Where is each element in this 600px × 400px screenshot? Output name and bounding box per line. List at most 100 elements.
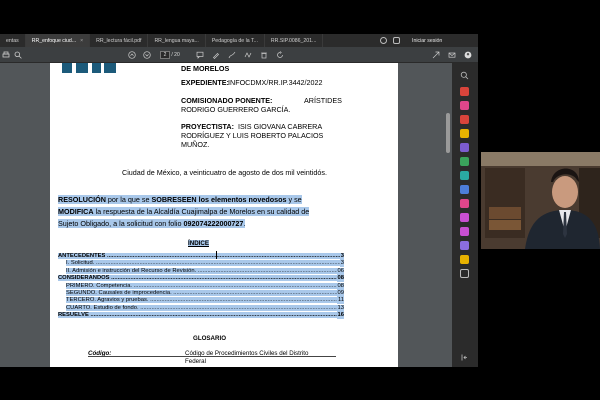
index-entry-label: CONSIDERANDOS (58, 275, 110, 282)
send-for-signature-icon[interactable] (460, 213, 469, 222)
tab-0[interactable]: entas (0, 34, 26, 47)
pdf-page: DE MORELOS EXPEDIENTE: INFOCDMX/RR.IP.34… (50, 63, 398, 367)
index-leader-dots: ........................................… (148, 297, 344, 304)
tab-label: RR_lectura fácil.pdf (96, 37, 142, 44)
tab-5[interactable]: RR.SIP.0086_201... (265, 34, 324, 47)
org-line: DE MORELOS (181, 64, 230, 73)
email-icon[interactable] (448, 51, 456, 59)
expediente-label: EXPEDIENTE: (181, 78, 229, 87)
tab-label: RR.SIP.0086_201... (270, 37, 317, 44)
index-entry-page: 11 (336, 297, 344, 305)
delete-icon[interactable] (260, 51, 268, 59)
screen: entas RR_enfoque ciud... × RR_lectura fácil… (0, 0, 600, 400)
comment-icon[interactable] (196, 51, 204, 59)
rotate-icon[interactable] (276, 51, 284, 59)
notifications-icon[interactable] (393, 37, 400, 44)
tab-2[interactable]: RR_lectura fácil.pdf (90, 34, 149, 47)
toolbar: 2 / 20 (0, 47, 478, 63)
page-indicator: 2 / 20 (160, 51, 180, 59)
fill-sign-icon[interactable] (460, 199, 469, 208)
comment-tool-icon[interactable] (460, 129, 469, 138)
tab-label: RR_enfoque ciud... (31, 37, 77, 44)
vertical-scrollbar[interactable] (445, 63, 452, 367)
protect-icon[interactable] (460, 185, 469, 194)
combine-files-icon[interactable] (460, 143, 469, 152)
close-tab-icon[interactable]: × (80, 38, 83, 44)
help-icon[interactable] (380, 37, 387, 44)
index-entry[interactable]: II. Admisión e instrucción del Recurso d… (58, 267, 344, 275)
index-entry-page: 16 (336, 312, 344, 320)
index-entry-label: ANTECEDENTES (58, 253, 106, 259)
index-entry-label: PRIMERO. Competencia. (66, 282, 133, 289)
index-entry-label: CUARTO. Estudio de fondo. (66, 304, 139, 311)
date-line: Ciudad de México, a veinticuatro de agos… (122, 168, 327, 177)
edit-pdf-icon[interactable] (460, 115, 469, 124)
share-icon[interactable] (432, 51, 440, 59)
page-total: / 20 (171, 52, 180, 58)
tabbar-actions: Iniciar sesión (380, 34, 442, 47)
comisionado-value: ARÍSTIDES (304, 96, 342, 105)
organize-pages-icon[interactable] (460, 157, 469, 166)
index-entry-page: 08 (336, 282, 344, 290)
tab-4[interactable]: Pedagogía de la T... (206, 34, 265, 47)
index-entry-page: 06 (336, 267, 344, 275)
index-entry-page: 13 (336, 304, 344, 312)
collapse-panel-icon[interactable] (460, 353, 469, 362)
request-signature-icon[interactable] (460, 227, 469, 236)
tab-3[interactable]: RR_lengua maya... (148, 34, 206, 47)
scrollbar-thumb[interactable] (446, 113, 450, 153)
resolution-line-3: Sujeto Obligado, a la solicitud con foli… (58, 219, 246, 228)
zoom-icon[interactable] (460, 71, 469, 80)
index-entry[interactable]: I. Solicitud. ..........................… (58, 260, 344, 268)
tab-label: entas (6, 37, 19, 44)
index-leader-dots: ........................................… (138, 304, 344, 311)
pdf-viewer-window: entas RR_enfoque ciud... × RR_lectura fácil… (0, 34, 478, 367)
resolution-line-1: RESOLUCIÓN por la que se SOBRESEEN los e… (58, 195, 302, 204)
proyectista-value-end: MUÑOZ. (181, 140, 210, 149)
document-viewer[interactable]: DE MORELOS EXPEDIENTE: INFOCDMX/RR.IP.34… (0, 63, 452, 367)
tab-1[interactable]: RR_enfoque ciud... × (25, 34, 91, 47)
index-entry[interactable]: RESUELVE ...............................… (58, 312, 344, 320)
index-leader-dots: ........................................… (132, 282, 344, 289)
account-icon[interactable] (464, 51, 472, 59)
index-leader-dots: ........................................… (196, 267, 344, 274)
highlight-pen-icon[interactable] (212, 51, 220, 59)
tab-label: RR_lengua maya... (154, 37, 199, 44)
page-down-icon[interactable] (143, 51, 151, 59)
draw-icon[interactable] (228, 51, 236, 59)
tab-label: Pedagogía de la T... (211, 37, 258, 44)
index-leader-dots: ........................................… (109, 275, 344, 282)
page-up-icon[interactable] (128, 51, 136, 59)
create-pdf-icon[interactable] (460, 101, 469, 110)
sign-icon[interactable] (244, 51, 252, 59)
codigo-label: Código: (88, 350, 112, 357)
glossary-rule (88, 356, 336, 357)
prepare-form-icon[interactable] (460, 241, 469, 250)
more-tools-icon[interactable] (460, 269, 469, 278)
index-entry[interactable]: CUARTO. Estudio de fondo. ..............… (58, 304, 344, 312)
glosario-title: GLOSARIO (193, 335, 227, 342)
sign-in-button[interactable]: Iniciar sesión (412, 38, 442, 44)
scan-ocr-icon[interactable] (460, 171, 469, 180)
index-leader-dots: ........................................… (88, 312, 344, 319)
index-entry[interactable]: ANTECEDENTES ...........................… (58, 253, 344, 260)
index-entry[interactable]: PRIMERO. Competencia. ..................… (58, 282, 344, 290)
search-icon[interactable] (14, 51, 22, 59)
index-entry-label: TERCERO. Agravios y pruebas. (66, 297, 149, 304)
index-leader-dots: ........................................… (94, 260, 344, 267)
index-leader-dots: ........................................… (105, 253, 344, 259)
tools-side-panel (452, 63, 478, 367)
index-entry-page: 3 (339, 253, 344, 260)
print-icon[interactable] (2, 51, 10, 59)
index-entry-label: SEGUNDO. Causales de improcedencia. (66, 290, 172, 296)
index-entry[interactable]: SEGUNDO. Causales de improcedencia. ....… (58, 290, 344, 297)
index-entry[interactable]: CONSIDERANDOS ..........................… (58, 275, 344, 283)
index-entry-label: I. Solicitud. (66, 260, 95, 267)
export-pdf-icon[interactable] (460, 87, 469, 96)
institution-logo (58, 63, 158, 73)
webcam-image (481, 152, 600, 249)
index-entry[interactable]: TERCERO. Agravios y pruebas. ...........… (58, 297, 344, 305)
expediente-value: INFOCDMX/RR.IP.3442/2022 (228, 78, 323, 87)
redact-icon[interactable] (460, 255, 469, 264)
page-number-input[interactable]: 2 (160, 51, 170, 59)
